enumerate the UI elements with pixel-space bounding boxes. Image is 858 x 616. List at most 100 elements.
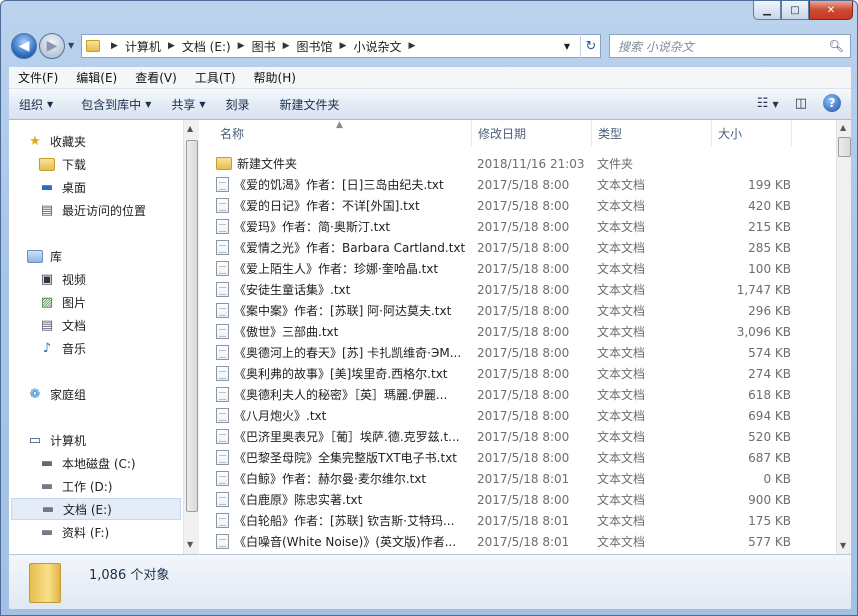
close-button[interactable]: ✕ [809,1,853,20]
menu-help[interactable]: 帮助(H) [245,69,305,86]
file-name-cell: 《巴黎圣母院》全集完整版TXT电子书.txt [216,449,466,466]
search-icon[interactable]: 🔍︎ [829,39,844,53]
file-row[interactable]: 《奥德河上的春天》[苏] 卡扎凯维奇·ЭМ... 2017/5/18 8:00 文本… [200,342,836,363]
breadcrumb-drive-e[interactable]: 文档 (E:) [182,38,231,55]
file-date: 2017/5/18 8:01 [477,513,570,528]
recent-pages-dropdown-icon[interactable]: ▼ [68,41,74,50]
file-row[interactable]: 《爱的饥渴》作者：[日]三岛由纪夫.txt 2017/5/18 8:00 文本文档 1… [200,174,836,195]
file-row[interactable]: 《白轮船》作者：[苏联] 钦吉斯·艾特玛... 2017/5/18 8:01 文本文… [200,510,836,531]
nav-recent[interactable]: ▤ 最近访问的位置 [39,199,146,221]
file-row[interactable]: 《爱玛》作者：简·奥斯汀.txt 2017/5/18 8:00 文本文档 215 KB [200,216,836,237]
change-view-icon[interactable]: ☷ ▼ [757,96,779,111]
nav-favorites[interactable]: ★ 收藏夹 [27,130,86,152]
scroll-up-icon[interactable]: ▲ [187,124,193,133]
scroll-down-icon[interactable]: ▼ [187,540,193,549]
menu-tools[interactable]: 工具(T) [186,69,245,86]
breadcrumb-separator-icon[interactable]: ▶ [340,41,347,51]
breadcrumb-computer[interactable]: 计算机 [125,38,161,55]
nav-music[interactable]: ♪ 音乐 [39,337,86,359]
file-row[interactable]: 《白噪音(White Noise)》(英文版)作者... 2017/5/18 8:… [200,531,836,552]
file-list: 名称 ▲ 修改日期 类型 大小 新建文件夹 2018/11/16 21:03 文件夹… [200,120,836,554]
file-row[interactable]: 新建文件夹 2018/11/16 21:03 文件夹 [200,153,836,174]
breadcrumb-library[interactable]: 图书馆 [297,38,333,55]
nav-downloads[interactable]: 下载 [39,153,86,175]
file-row[interactable]: 《白鹿原》陈忠实著.txt 2017/5/18 8:00 文本文档 900 KB [200,489,836,510]
file-row[interactable]: 《傲世》三部曲.txt 2017/5/18 8:00 文本文档 3,096 KB [200,321,836,342]
nav-documents[interactable]: ▤ 文档 [39,314,86,336]
file-list-scrollbar[interactable]: ▲ ▼ [836,120,851,554]
nav-drive-e[interactable]: ▬ 文档 (E:) [11,498,181,520]
file-name: 《奥德利夫人的秘密》［英］瑪麗.伊麗... [234,388,448,402]
breadcrumb-current[interactable]: 小说杂文 [353,38,401,55]
text-file-icon [216,345,229,360]
star-icon: ★ [29,133,41,149]
breadcrumb-separator-icon[interactable]: ▶ [408,41,415,51]
column-type[interactable]: 类型 [592,120,712,146]
forward-button[interactable]: ▶ [39,33,65,59]
text-file-icon [216,198,229,213]
file-name-cell: 《案中案》作者：[苏联] 阿·阿达莫夫.txt [216,302,466,319]
maximize-button[interactable]: □ [781,1,809,20]
column-size[interactable]: 大小 [712,120,792,146]
address-bar[interactable]: ▶ 计算机 ▶ 文档 (E:) ▶ 图书 ▶ 图书馆 ▶ 小说杂文 ▶ ▼ [81,34,601,58]
menu-file[interactable]: 文件(F) [9,69,67,86]
navigation-scrollbar[interactable]: ▲ ▼ [183,120,199,554]
menu-view[interactable]: 查看(V) [126,69,186,86]
file-row[interactable]: 《爱情之光》作者：Barbara Cartland.txt 2017/5/18 8… [200,237,836,258]
breadcrumb-separator-icon[interactable]: ▶ [111,41,118,51]
menu-edit[interactable]: 编辑(E) [67,69,126,86]
file-type: 文本文档 [597,199,646,213]
column-date[interactable]: 修改日期 [472,120,592,146]
nav-drive-d[interactable]: ▬ 工作 (D:) [39,475,113,497]
preview-pane-icon[interactable]: ◫ [795,96,807,111]
help-icon[interactable]: ? [823,94,841,112]
scroll-down-icon[interactable]: ▼ [840,541,846,550]
address-dropdown-icon[interactable]: ▼ [564,42,570,51]
burn-button[interactable]: 刻录 [216,96,260,113]
new-folder-button[interactable]: 新建文件夹 [270,96,350,113]
file-row[interactable]: 《白鲸》作者：赫尔曼·麦尔维尔.txt 2017/5/18 8:01 文本文档 0 K… [200,468,836,489]
menu-bar: 文件(F) 编辑(E) 查看(V) 工具(T) 帮助(H) [9,67,851,89]
organize-button[interactable]: 组织 ▼ [9,96,63,113]
file-name-cell: 《爱的日记》作者：不详[外国].txt [216,197,466,214]
include-in-library-button[interactable]: 包含到库中 ▼ [71,96,161,113]
file-size: 520 KB [748,429,791,444]
nav-drive-c[interactable]: ▬ 本地磁盘 (C:) [39,452,136,474]
file-row[interactable]: 《巴黎圣母院》全集完整版TXT电子书.txt 2017/5/18 8:00 文本文档… [200,447,836,468]
share-button[interactable]: 共享 ▼ [161,96,215,113]
breadcrumb-separator-icon[interactable]: ▶ [168,41,175,51]
refresh-button[interactable]: ↻ [580,34,601,58]
file-type: 文本文档 [597,409,646,423]
scrollbar-thumb[interactable] [838,137,851,157]
file-row[interactable]: 《奥利弗的故事》[美]埃里奇.西格尔.txt 2017/5/18 8:00 文本文档… [200,363,836,384]
nav-videos[interactable]: ▣ 视频 [39,268,86,290]
file-row[interactable]: 《爱上陌生人》作者：珍娜·奎哈晶.txt 2017/5/18 8:00 文本文档 10… [200,258,836,279]
breadcrumb-books[interactable]: 图书 [252,38,276,55]
file-row[interactable]: 《爱的日记》作者：不详[外国].txt 2017/5/18 8:00 文本文档 420… [200,195,836,216]
breadcrumb-separator-icon[interactable]: ▶ [238,41,245,51]
scroll-up-icon[interactable]: ▲ [840,123,846,132]
file-row[interactable]: 《安徒生童话集》.txt 2017/5/18 8:00 文本文档 1,747 KB [200,279,836,300]
nav-computer[interactable]: ▭ 计算机 [27,429,86,451]
search-input[interactable]: 搜索 小说杂文 🔍︎ [609,34,851,58]
nav-drive-f[interactable]: ▬ 资料 (F:) [39,521,109,543]
nav-libraries[interactable]: 库 [27,245,62,267]
computer-icon: ▭ [28,432,42,448]
file-type: 文本文档 [597,220,646,234]
file-name-cell: 《安徒生童话集》.txt [216,281,466,298]
chevron-down-icon: ▼ [145,99,152,109]
scrollbar-thumb[interactable] [186,140,198,512]
file-row[interactable]: 《巴济里奥表兄》［葡］埃萨.德.克罗兹.t... 2017/5/18 8:00 文本… [200,426,836,447]
back-button[interactable]: ◀ [11,33,37,59]
minimize-button[interactable]: ▁ [753,1,781,20]
text-file-icon [216,240,229,255]
nav-homegroup[interactable]: ❁ 家庭组 [27,383,86,405]
nav-pictures[interactable]: ▨ 图片 [39,291,86,313]
file-name: 《白鲸》作者：赫尔曼·麦尔维尔.txt [234,472,427,486]
column-name[interactable]: 名称 [214,120,472,146]
file-row[interactable]: 《案中案》作者：[苏联] 阿·阿达莫夫.txt 2017/5/18 8:00 文本文… [200,300,836,321]
file-row[interactable]: 《奥德利夫人的秘密》［英］瑪麗.伊麗... 2017/5/18 8:00 文本文档 6… [200,384,836,405]
nav-desktop[interactable]: ▬ 桌面 [39,176,86,198]
breadcrumb-separator-icon[interactable]: ▶ [283,41,290,51]
file-row[interactable]: 《八月炮火》.txt 2017/5/18 8:00 文本文档 694 KB [200,405,836,426]
